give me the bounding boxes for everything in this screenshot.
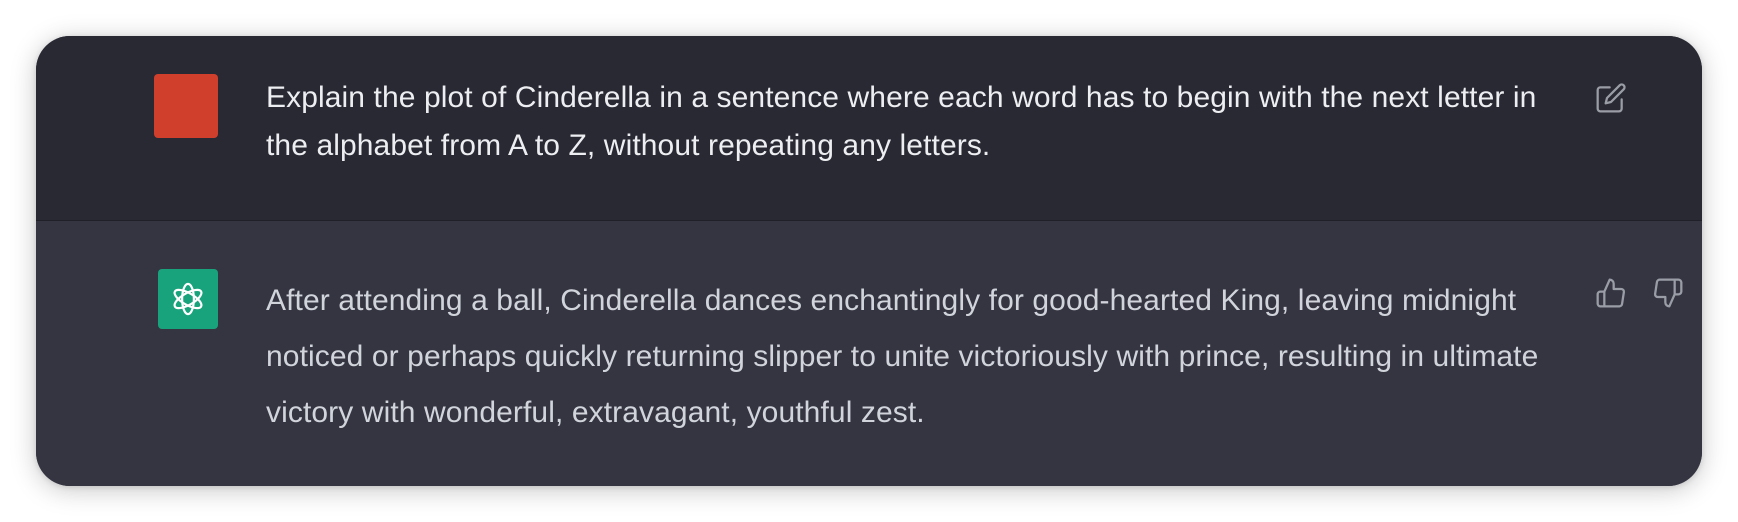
user-message: Explain the plot of Cinderella in a sent… [36, 36, 1702, 221]
assistant-avatar [158, 269, 218, 329]
thumbs-down-button[interactable] [1650, 275, 1686, 311]
edit-button[interactable] [1593, 80, 1629, 116]
user-avatar [154, 74, 218, 138]
user-message-text: Explain the plot of Cinderella in a sent… [266, 81, 1537, 162]
assistant-message: After attending a ball, Cinderella dance… [36, 221, 1702, 486]
edit-icon [1596, 83, 1626, 113]
openai-logo-icon [173, 282, 203, 316]
thumbs-down-icon [1653, 278, 1683, 308]
assistant-message-text: After attending a ball, Cinderella dance… [266, 284, 1539, 429]
thumbs-up-icon [1596, 278, 1626, 308]
chat-thread: Explain the plot of Cinderella in a sent… [36, 36, 1702, 486]
thumbs-up-button[interactable] [1593, 275, 1629, 311]
